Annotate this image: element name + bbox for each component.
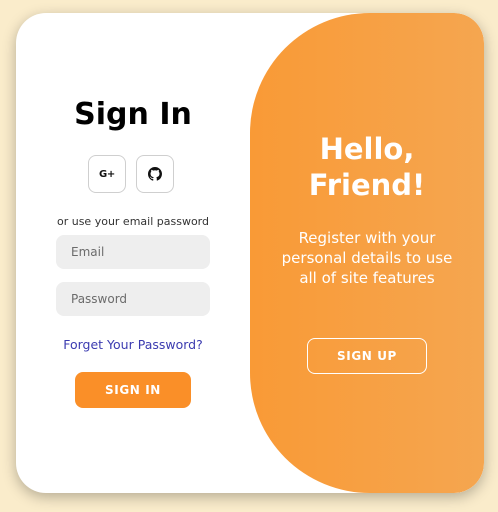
email-field[interactable] <box>56 235 210 269</box>
email-hint-text: or use your email password <box>56 215 209 228</box>
github-icon <box>148 167 162 181</box>
welcome-title-line2: Friend! <box>308 168 426 202</box>
welcome-title-line1: Hello, <box>319 132 415 166</box>
welcome-title: Hello, Friend! <box>250 131 484 203</box>
sign-up-button[interactable]: SIGN UP <box>307 338 427 374</box>
forgot-password-link[interactable]: Forget Your Password? <box>16 337 250 352</box>
password-field[interactable] <box>56 282 210 316</box>
sign-in-button[interactable]: SIGN IN <box>75 372 191 408</box>
welcome-overlay-panel: Hello, Friend! Register with your person… <box>250 13 484 493</box>
welcome-text: Register with your personal details to u… <box>281 229 453 287</box>
sign-in-panel: Sign In G+ or use your email password Fo… <box>16 13 250 493</box>
google-plus-button[interactable]: G+ <box>88 155 126 193</box>
google-plus-icon: G+ <box>99 168 115 180</box>
auth-card: Sign In G+ or use your email password Fo… <box>16 13 484 493</box>
social-icons: G+ <box>88 155 174 193</box>
github-button[interactable] <box>136 155 174 193</box>
sign-in-title: Sign In <box>74 97 192 132</box>
